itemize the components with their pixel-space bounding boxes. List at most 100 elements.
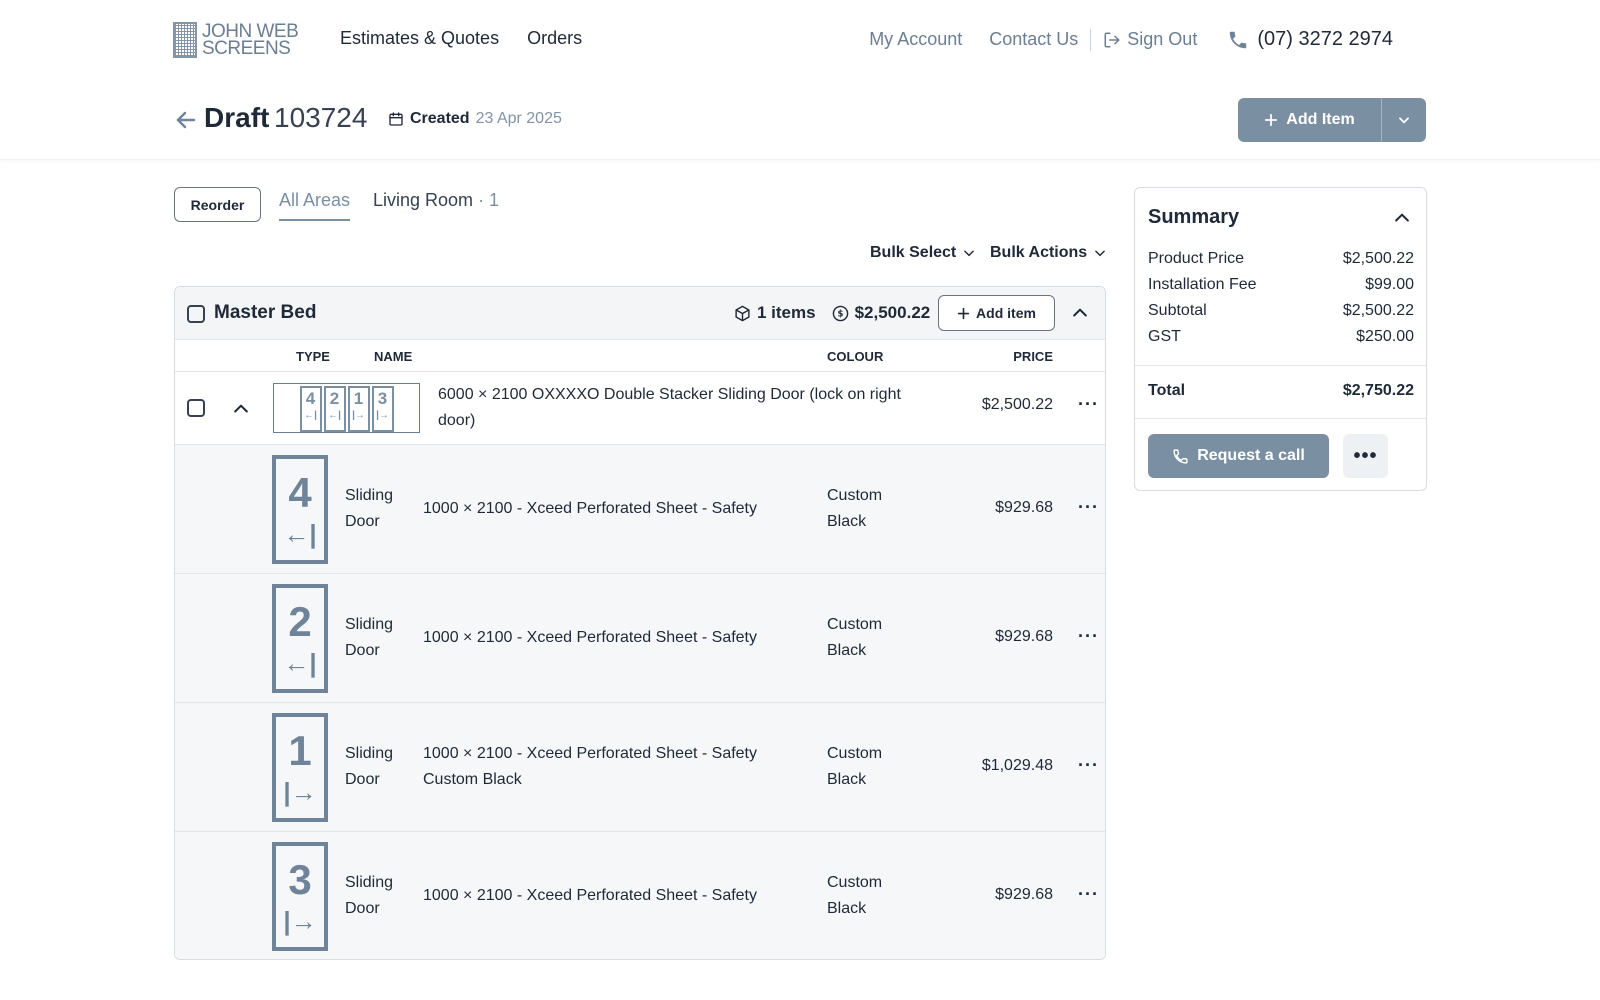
row-more-button[interactable]: ··· <box>1078 626 1099 647</box>
summary-panel: Summary Product Price $2,500.22 Installat… <box>1134 187 1427 491</box>
svg-text:$: $ <box>837 309 843 319</box>
door-panel-icon: 3 |→ <box>272 842 328 951</box>
request-call-label: Request a call <box>1197 447 1305 464</box>
back-arrow-icon[interactable] <box>174 108 198 132</box>
group-item-count: 1 items <box>734 303 816 323</box>
item-colour: Custom Black <box>827 745 883 788</box>
group-header: Master Bed 1 items $ $2,500.22 Add item <box>175 287 1105 340</box>
row-more-button[interactable]: ··· <box>1078 755 1099 776</box>
add-item-button[interactable]: Add Item <box>1238 98 1382 142</box>
row-checkbox[interactable] <box>187 399 205 417</box>
table-row[interactable]: 1 |→ Sliding Door 1000 × 2100 - Xceed Perf… <box>175 703 1105 832</box>
item-name: 6000 × 2100 OXXXXO Double Stacker Slidin… <box>438 386 901 429</box>
contact-us-link[interactable]: Contact Us <box>989 29 1078 50</box>
item-price: $929.68 <box>995 499 1053 516</box>
item-name: 1000 × 2100 - Xceed Perforated Sheet - S… <box>423 887 757 904</box>
created-date: Created 23 Apr 2025 <box>388 110 562 128</box>
item-type: Sliding Door <box>345 745 394 788</box>
group-total: $ $2,500.22 <box>832 303 931 323</box>
area-group-master-bed: Master Bed 1 items $ $2,500.22 Add item … <box>174 286 1106 960</box>
item-type: Sliding Door <box>345 616 394 659</box>
created-label: Created <box>410 110 470 127</box>
bulk-select-label: Bulk Select <box>870 244 957 261</box>
table-row[interactable]: 3 |→ Sliding Door 1000 × 2100 - Xceed Perf… <box>175 832 1105 959</box>
mini-panel: 1 |→ <box>347 386 370 432</box>
column-headers: TYPE NAME COLOUR PRICE <box>175 340 1105 372</box>
item-colour: Custom Black <box>827 487 883 530</box>
calendar-icon <box>389 112 403 126</box>
account-nav: My Account Contact Us Sign Out (07) 3272… <box>869 28 1393 51</box>
row-more-button[interactable]: ··· <box>1078 394 1099 415</box>
summary-divider <box>1135 365 1426 366</box>
table-row[interactable]: 4 ←| 2 ←| 1 |→ 3 |→ 6000 × 2100 OXXXXO Doubl… <box>175 372 1105 445</box>
item-colour: Custom Black <box>827 616 883 659</box>
nav-orders-link[interactable]: Orders <box>527 28 582 49</box>
chevron-down-icon <box>964 250 975 257</box>
group-add-item-button[interactable]: Add item <box>938 295 1055 331</box>
summary-product-price: Product Price $2,500.22 <box>1148 250 1414 267</box>
page-header: Draft 103724 Created 23 Apr 2025 Add Ite… <box>0 80 1600 160</box>
chevron-down-icon <box>1399 117 1409 124</box>
row-more-button[interactable]: ··· <box>1078 497 1099 518</box>
col-price: PRICE <box>1013 349 1053 364</box>
summary-total: Total $2,750.22 <box>1148 382 1414 399</box>
summary-divider <box>1135 418 1426 419</box>
bulk-select-dropdown[interactable]: Bulk Select <box>870 244 976 262</box>
group-checkbox[interactable] <box>187 305 205 323</box>
item-price: $2,500.22 <box>981 396 1053 413</box>
phone-icon <box>1173 448 1188 464</box>
add-item-label: Add Item <box>1286 111 1355 128</box>
sign-out-link[interactable]: Sign Out <box>1103 29 1197 50</box>
top-nav: JOHN WEB SCREENS Estimates & Quotes Orde… <box>0 0 1600 80</box>
door-panel-icon: 4 ←| <box>272 455 328 564</box>
dollar-circle-icon: $ <box>832 305 848 321</box>
logo-line-2: SCREENS <box>202 38 291 59</box>
item-type: Sliding Door <box>345 874 394 917</box>
summary-more-button[interactable]: ••• <box>1343 434 1388 478</box>
page-title: Draft <box>204 102 270 133</box>
my-account-link[interactable]: My Account <box>869 29 962 50</box>
logo[interactable]: JOHN WEB SCREENS <box>173 22 299 59</box>
item-name: 1000 × 2100 - Xceed Perforated Sheet - S… <box>423 629 757 646</box>
plus-icon <box>957 307 970 319</box>
item-colour: Custom Black <box>827 874 883 917</box>
door-panel-icon: 2 ←| <box>272 584 328 693</box>
nav-estimates-link[interactable]: Estimates & Quotes <box>340 28 499 49</box>
sign-out-icon <box>1104 32 1120 47</box>
summary-subtotal: Subtotal $2,500.22 <box>1148 302 1414 319</box>
col-name: NAME <box>374 349 413 364</box>
add-item-split-button: Add Item <box>1238 98 1426 142</box>
bulk-actions-dropdown[interactable]: Bulk Actions <box>990 244 1107 262</box>
tab-living-room-label: Living Room <box>373 190 474 210</box>
main-nav: Estimates & Quotes Orders <box>340 28 582 49</box>
item-name: 1000 × 2100 - Xceed Perforated Sheet - S… <box>423 500 757 517</box>
col-type: TYPE <box>296 349 330 364</box>
tab-all-areas[interactable]: All Areas <box>279 190 351 221</box>
draft-number: 103724 <box>274 102 368 133</box>
mini-panel: 2 ←| <box>323 386 346 432</box>
group-total-value: $2,500.22 <box>854 303 931 322</box>
reorder-button[interactable]: Reorder <box>174 187 261 222</box>
summary-title: Summary <box>1148 206 1240 228</box>
summary-gst: GST $250.00 <box>1148 328 1414 345</box>
chevron-up-icon[interactable] <box>1070 303 1090 323</box>
table-row[interactable]: 4 ←| Sliding Door 1000 × 2100 - Xceed Perf… <box>175 445 1105 574</box>
item-price: $929.68 <box>995 628 1053 645</box>
door-panel-icon: 1 |→ <box>272 713 328 822</box>
chevron-up-icon[interactable] <box>1392 208 1412 228</box>
table-row[interactable]: 2 ←| Sliding Door 1000 × 2100 - Xceed Perf… <box>175 574 1105 703</box>
col-colour: COLOUR <box>827 349 884 364</box>
phone-link[interactable]: (07) 3272 2974 <box>1227 28 1393 51</box>
add-item-dropdown-button[interactable] <box>1382 98 1426 142</box>
group-meta: 1 items $ $2,500.22 <box>734 303 930 323</box>
request-call-button[interactable]: Request a call <box>1148 434 1329 478</box>
sign-out-label: Sign Out <box>1127 29 1198 49</box>
row-more-button[interactable]: ··· <box>1078 884 1099 905</box>
chevron-up-icon[interactable] <box>231 399 251 419</box>
tab-living-room[interactable]: Living Room · 1 <box>373 190 499 211</box>
mini-panel: 3 |→ <box>371 386 394 432</box>
plus-icon <box>1265 113 1278 127</box>
chevron-down-icon <box>1095 250 1106 257</box>
group-item-count-value: 1 items <box>757 303 816 322</box>
item-type: Sliding Door <box>345 487 394 530</box>
